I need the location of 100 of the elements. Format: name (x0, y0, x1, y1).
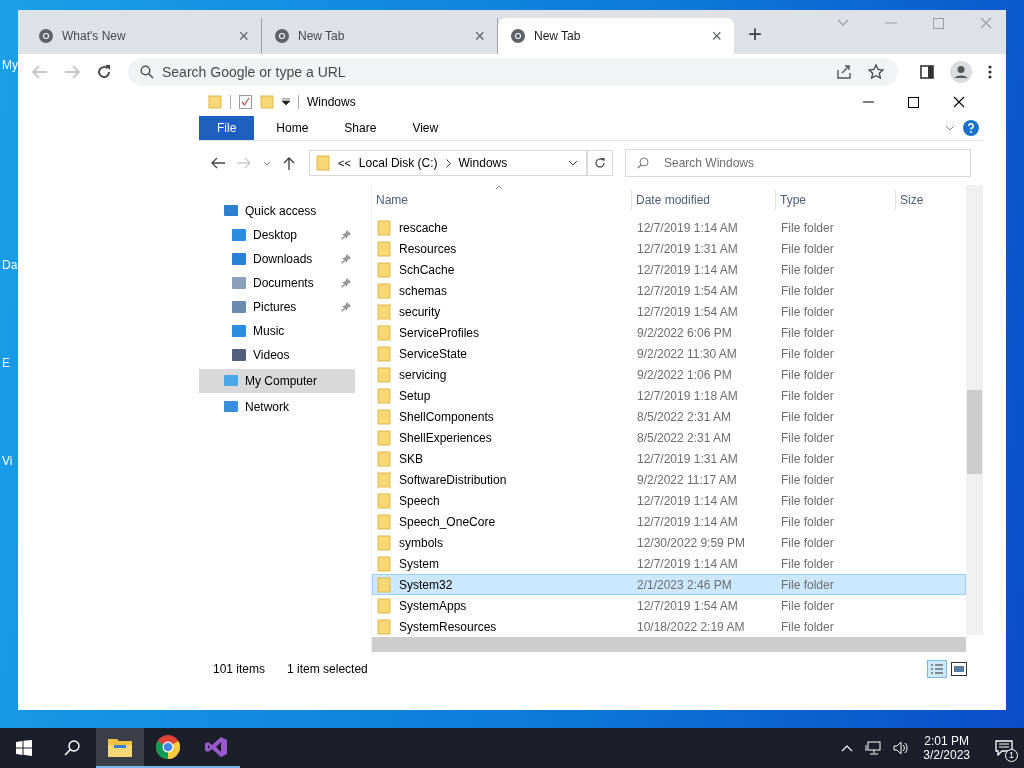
checkbox-icon[interactable] (239, 95, 252, 109)
reload-icon[interactable] (96, 63, 112, 80)
close-tab-button[interactable]: × (238, 25, 249, 47)
notification-button[interactable]: 1 (984, 728, 1024, 768)
close-icon[interactable] (953, 96, 965, 108)
search-field[interactable]: Search Windows (625, 149, 971, 177)
folder-icon (377, 618, 391, 635)
file-row[interactable]: ServiceProfiles 9/2/2022 6:06 PM File folder (372, 322, 966, 343)
file-row[interactable]: SchCache 12/7/2019 1:14 AM File folder (372, 259, 966, 280)
file-row[interactable]: Speech_OneCore 12/7/2019 1:14 AM File folder (372, 511, 966, 532)
ribbon-tab[interactable]: File (199, 116, 255, 140)
maximize-icon[interactable] (908, 96, 919, 108)
file-row[interactable]: servicing 9/2/2022 1:06 PM File folder (372, 364, 966, 385)
chevron-right-icon[interactable] (445, 158, 451, 168)
file-row[interactable]: ShellExperiences 8/5/2022 2:31 AM File folder (372, 427, 966, 448)
type-cell-text: File folder (780, 241, 835, 256)
refresh-button[interactable] (587, 150, 613, 176)
address-field[interactable]: << Local Disk (C:) Windows (309, 150, 587, 176)
file-row[interactable]: ServiceState 9/2/2022 11:30 AM File folder (372, 343, 966, 364)
type-cell-text: File folder (780, 619, 835, 634)
nav-item[interactable]: Quick access (199, 199, 355, 223)
file-row[interactable]: SystemApps 12/7/2019 1:54 AM File folder (372, 595, 966, 616)
speaker-icon[interactable] (893, 741, 910, 755)
search-icon[interactable] (64, 740, 80, 756)
folder-icon (316, 155, 330, 171)
file-name: Speech (399, 493, 440, 508)
sort-up-icon (495, 185, 503, 190)
column-header[interactable]: Type (776, 189, 896, 211)
date-cell-text: 12/7/2019 1:31 AM (636, 451, 739, 466)
taskbar-app[interactable] (96, 728, 144, 768)
nav-item[interactable]: Music (199, 319, 355, 343)
share-icon[interactable] (836, 63, 852, 80)
breadcrumb-overflow[interactable]: << (338, 157, 351, 169)
type-cell-text: File folder (780, 409, 835, 424)
horizontal-scrollbar[interactable] (372, 637, 966, 652)
type-cell-text: File folder (780, 346, 835, 361)
nav-item[interactable]: Pictures (199, 295, 355, 319)
help-icon[interactable] (963, 120, 979, 136)
nav-item[interactable]: Downloads (199, 247, 355, 271)
windows-logo-icon[interactable] (16, 740, 32, 756)
search-icon (637, 157, 649, 169)
profile-avatar-icon[interactable] (950, 60, 972, 83)
file-name: schemas (399, 283, 448, 298)
up-arrow-icon[interactable] (283, 156, 295, 170)
breadcrumb-item[interactable]: Windows (458, 156, 508, 170)
breadcrumb-item[interactable]: Local Disk (C:) (358, 156, 438, 170)
globe-icon (274, 28, 290, 44)
file-row[interactable]: rescache 12/7/2019 1:14 AM File folder (372, 217, 966, 238)
date-cell-text: 9/2/2022 1:06 PM (636, 367, 733, 382)
new-tab-button[interactable]: + (748, 20, 762, 48)
ribbon-tab[interactable]: View (398, 116, 453, 140)
file-row[interactable]: symbols 12/30/2022 9:59 PM File folder (372, 532, 966, 553)
nav-item[interactable]: Network (199, 395, 355, 419)
ribbon-tab[interactable]: Home (262, 116, 323, 140)
column-header[interactable]: Name (372, 189, 632, 211)
nav-item[interactable]: Desktop (199, 223, 355, 247)
nav-item[interactable]: My Computer (199, 369, 355, 393)
item-count: 101 items (213, 662, 266, 676)
date-cell-text: 12/30/2022 9:59 PM (636, 535, 747, 550)
chrome-logo-icon (156, 735, 180, 759)
nav-item[interactable]: Documents (199, 271, 355, 295)
browser-tab[interactable]: New Tab × (498, 18, 734, 54)
window-title: Windows (307, 95, 356, 109)
file-row[interactable]: SKB 12/7/2019 1:31 AM File folder (372, 448, 966, 469)
file-row[interactable]: schemas 12/7/2019 1:54 AM File folder (372, 280, 966, 301)
vertical-scrollbar[interactable] (966, 185, 983, 635)
chevron-up-icon[interactable] (841, 744, 854, 752)
chevron-down-icon[interactable] (568, 160, 578, 166)
type-cell-text: File folder (780, 325, 835, 340)
more-menu-icon[interactable] (988, 64, 992, 79)
file-row[interactable]: security 12/7/2019 1:54 AM File folder (372, 301, 966, 322)
side-panel-icon[interactable] (920, 64, 934, 79)
folder-icon (377, 492, 391, 509)
file-row[interactable]: Speech 12/7/2019 1:14 AM File folder (372, 490, 966, 511)
back-arrow-icon[interactable] (211, 157, 225, 169)
file-row[interactable]: SystemResources 10/18/2022 2:19 AM File folder (372, 616, 966, 637)
dropdown-icon[interactable] (282, 98, 290, 106)
thumbnail-view-icon[interactable] (951, 662, 967, 676)
file-name: ServiceProfiles (399, 325, 480, 340)
address-bar[interactable]: Search Google or type a URL (128, 57, 898, 86)
ribbon-tab[interactable]: Share (330, 116, 391, 140)
file-row[interactable]: System 12/7/2019 1:14 AM File folder (372, 553, 966, 574)
close-tab-button[interactable]: × (711, 25, 722, 47)
file-row[interactable]: SoftwareDistribution 9/2/2022 11:17 AM File folder (372, 469, 966, 490)
date-cell-text: 12/7/2019 1:14 AM (636, 514, 739, 529)
clock-date[interactable]: 3/2/2023 (923, 748, 970, 762)
column-header[interactable]: Date modified (632, 189, 776, 211)
file-row[interactable]: ShellComponents 8/5/2022 2:31 AM File folder (372, 406, 966, 427)
column-header[interactable]: Size (896, 189, 966, 211)
chat-bubble-icon (995, 740, 1013, 756)
date-cell-text: 10/18/2022 2:19 AM (636, 619, 746, 634)
close-tab-button[interactable]: × (474, 25, 485, 47)
file-row[interactable]: Setup 12/7/2019 1:18 AM File folder (372, 385, 966, 406)
file-row[interactable]: Resources 12/7/2019 1:31 AM File folder (372, 238, 966, 259)
folder-icon (377, 345, 391, 362)
clock-time[interactable]: 2:01 PM (924, 734, 969, 748)
folder-icon (108, 737, 132, 757)
nav-item[interactable]: Videos (199, 343, 355, 367)
browser-tab[interactable]: What's New × (26, 18, 262, 54)
file-row[interactable]: System32 2/1/2023 2:46 PM File folder (372, 574, 966, 595)
